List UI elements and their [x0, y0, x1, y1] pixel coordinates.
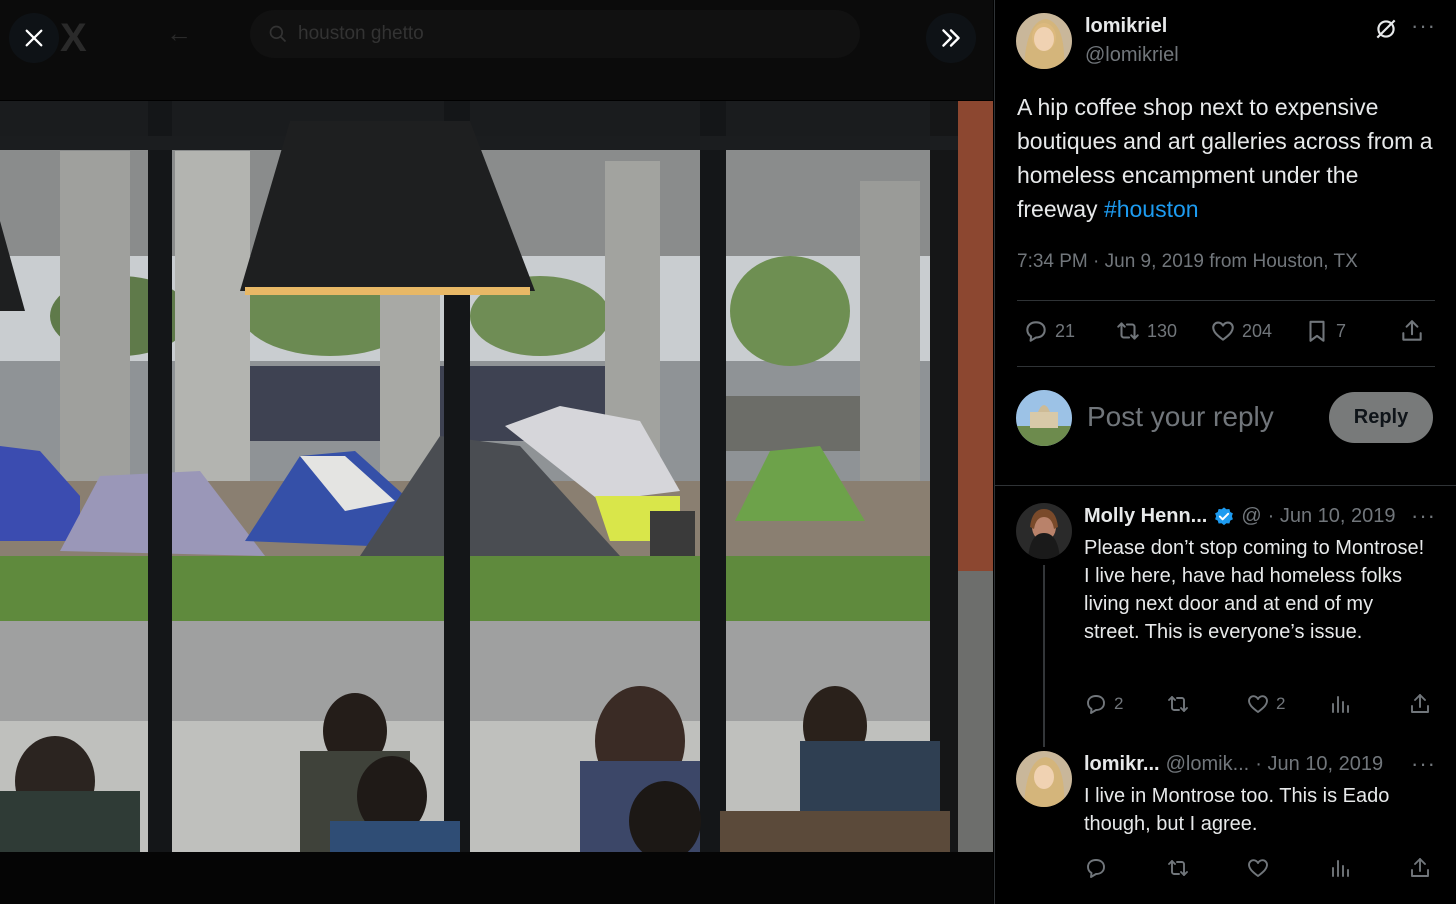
reply-action-bar [1084, 856, 1429, 884]
like-count: 2 [1276, 694, 1286, 713]
reply-header: lomikr... @lomik... · Jun 10, 2019 [1084, 753, 1383, 776]
current-user-avatar-image [1016, 390, 1072, 446]
background-search-box: houston ghetto [250, 10, 860, 58]
back-arrow-icon: ← [166, 18, 192, 48]
like-action[interactable]: 204 [1210, 318, 1272, 344]
share-action[interactable] [1399, 318, 1425, 344]
reply-author-name[interactable]: lomikr... [1084, 753, 1160, 776]
share-icon [1402, 320, 1422, 341]
reply-action[interactable]: 2 [1084, 692, 1123, 716]
views-action[interactable] [1328, 856, 1352, 880]
comment-icon [1087, 695, 1105, 714]
background-search-query: houston ghetto [298, 23, 424, 44]
verified-badge-icon [1215, 506, 1234, 525]
reply-more-options-icon[interactable]: ··· [1411, 503, 1436, 529]
share-action[interactable] [1408, 856, 1432, 880]
tweet-photo [0, 101, 993, 852]
share-icon [1411, 858, 1429, 877]
like-action[interactable] [1246, 856, 1270, 880]
retweet-icon [1168, 860, 1188, 876]
like-count: 204 [1242, 320, 1273, 341]
divider [1017, 366, 1435, 367]
reply-count: 21 [1055, 320, 1076, 341]
author-name[interactable]: lomikriel [1085, 15, 1167, 38]
analytics-icon [1332, 696, 1349, 713]
tweet-detail-panel: lomikriel @lomikriel ··· A hip coffee sh… [994, 0, 1456, 904]
retweet-action[interactable] [1166, 856, 1190, 880]
bookmark-icon [1309, 320, 1325, 342]
comment-icon [1026, 321, 1046, 342]
more-options-icon[interactable]: ··· [1411, 13, 1436, 39]
retweet-icon [1117, 322, 1139, 340]
reply-date[interactable]: · Jun 10, 2019 [1268, 505, 1396, 528]
reply-avatar[interactable] [1016, 751, 1072, 807]
x-logo-icon: X [60, 16, 87, 60]
reply-action-bar: 2 2 [1084, 692, 1429, 720]
share-action[interactable] [1408, 692, 1432, 716]
current-user-avatar[interactable] [1016, 390, 1072, 446]
reply-action[interactable]: 21 [1023, 318, 1075, 344]
thread-connector-line [1043, 565, 1045, 747]
reply-count: 2 [1114, 694, 1124, 713]
double-chevron-right-icon [942, 29, 960, 47]
tweet-action-bar: 21 130 204 7 [1017, 316, 1439, 352]
reply-author-handle[interactable]: @lomik... [1166, 753, 1250, 776]
close-icon [25, 29, 43, 47]
divider [995, 485, 1456, 486]
tweet-timestamp[interactable]: 7:34 PM · Jun 9, 2019 from Houston, TX [1017, 251, 1358, 273]
grok-icon[interactable] [1373, 16, 1399, 42]
heart-icon [1248, 695, 1268, 713]
reply-button[interactable]: Reply [1329, 392, 1433, 443]
share-icon [1411, 694, 1429, 713]
background-bottom-dimmed [0, 852, 993, 904]
photo-coffee-shop-window [0, 101, 993, 852]
reply-more-options-icon[interactable]: ··· [1411, 751, 1436, 777]
media-viewer: X ← houston ghetto [0, 0, 993, 904]
hashtag-link[interactable]: #houston [1104, 196, 1199, 222]
reply-text: Please don’t stop coming to Montrose! I … [1084, 537, 1425, 643]
author-avatar-image [1016, 13, 1072, 69]
views-action[interactable] [1328, 692, 1352, 716]
reply-author-name[interactable]: Molly Henn... [1084, 505, 1207, 528]
retweet-icon [1168, 696, 1188, 712]
retweet-action[interactable]: 130 [1115, 318, 1177, 344]
divider [1017, 300, 1435, 301]
bookmark-action[interactable]: 7 [1304, 318, 1346, 344]
author-avatar[interactable] [1016, 13, 1072, 69]
heart-icon [1212, 321, 1234, 341]
reply-avatar-image [1016, 751, 1072, 807]
reply-author-handle[interactable]: @ [1241, 505, 1261, 528]
reply-input[interactable]: Post your reply [1087, 401, 1274, 433]
close-button[interactable] [9, 13, 59, 63]
search-icon [269, 25, 287, 43]
reply-date[interactable]: · Jun 10, 2019 [1255, 753, 1383, 776]
reply-avatar[interactable] [1016, 503, 1072, 559]
retweet-action[interactable] [1166, 692, 1196, 716]
tweet-text: A hip coffee shop next to expensive bout… [1017, 90, 1437, 226]
like-action[interactable]: 2 [1246, 692, 1285, 716]
reply-avatar-image [1016, 503, 1072, 559]
reply-action[interactable] [1084, 856, 1108, 880]
expand-panel-button[interactable] [926, 13, 976, 63]
author-handle[interactable]: @lomikriel [1085, 44, 1179, 67]
comment-icon [1087, 859, 1105, 878]
heart-icon [1248, 859, 1268, 877]
bookmark-count: 7 [1336, 320, 1347, 341]
background-header-dimmed: X ← houston ghetto [0, 0, 993, 100]
analytics-icon [1332, 860, 1349, 877]
reply-header: Molly Henn... @ · Jun 10, 2019 [1084, 505, 1396, 528]
reply-text: I live in Montrose too. This is Eado tho… [1084, 785, 1390, 835]
retweet-count: 130 [1147, 320, 1178, 341]
tweet-text-body: A hip coffee shop next to expensive bout… [1017, 94, 1433, 222]
